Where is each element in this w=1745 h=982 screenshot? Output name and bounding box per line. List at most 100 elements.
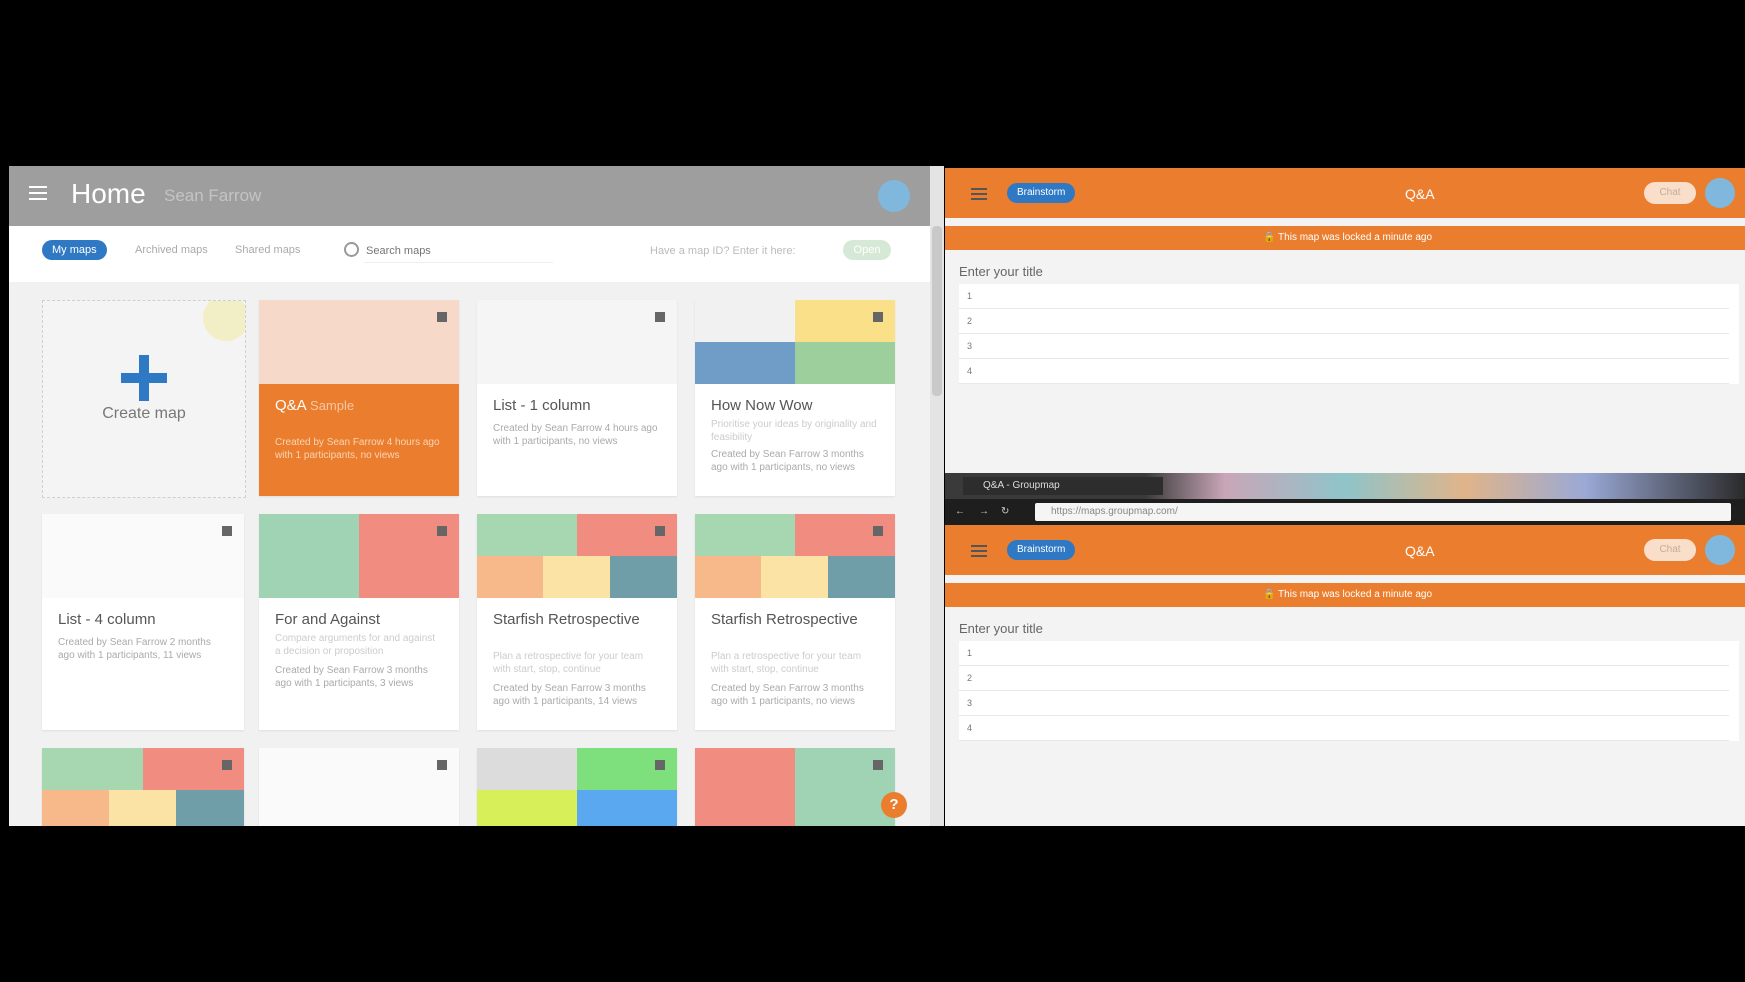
list-item[interactable]: 3 [959, 334, 1729, 359]
back-icon[interactable]: ← [955, 506, 965, 517]
card-meta: Created by Sean Farrow 3 months ago with… [711, 449, 864, 473]
toolbar: My maps Archived maps Shared maps Have a… [9, 226, 930, 282]
create-map-label: Create map [102, 405, 186, 422]
card-meta: Created by Sean Farrow 2 months ago with… [58, 637, 211, 661]
avatar[interactable] [1705, 178, 1735, 208]
groupmap-qa-window-top: Brainstorm Q&A Chat 🔒 This map was locke… [945, 168, 1745, 473]
list: 1 2 3 4 [959, 641, 1739, 741]
map-title: Q&A [1405, 543, 1435, 559]
map-card[interactable] [42, 748, 244, 826]
map-card[interactable]: For and Against Compare arguments for an… [259, 514, 459, 730]
tab-archived-maps[interactable]: Archived maps [125, 240, 218, 260]
create-map-card[interactable]: Create map [42, 300, 246, 498]
map-card[interactable]: Q&A Sample Created by Sean Farrow 4 hour… [259, 300, 459, 496]
browser-tab[interactable]: Q&A - Groupmap [963, 477, 1163, 495]
list-item[interactable]: 4 [959, 716, 1729, 741]
map-body: Enter your title 1 2 3 4 [945, 611, 1745, 826]
card-meta: Created by Sean Farrow 3 months ago with… [275, 665, 428, 689]
column-title[interactable]: Enter your title [959, 264, 1043, 279]
hamburger-menu-icon[interactable] [29, 186, 47, 200]
copy-icon[interactable] [222, 760, 232, 770]
hamburger-menu-icon[interactable] [971, 188, 987, 200]
user-name: Sean Farrow [164, 186, 262, 205]
lock-banner: 🔒 This map was locked a minute ago [945, 583, 1745, 607]
map-thumbnail [695, 300, 895, 384]
search-input[interactable] [364, 240, 553, 263]
forward-icon[interactable]: → [979, 506, 989, 517]
card-title: Starfish Retrospective [493, 611, 640, 628]
card-meta: Created by Sean Farrow 4 hours ago with … [493, 423, 658, 447]
search-icon [344, 242, 359, 257]
card-title: List - 1 column [493, 397, 591, 414]
map-thumbnail [259, 300, 459, 384]
avatar[interactable] [878, 180, 910, 212]
map-body: Enter your title 1 2 3 4 [945, 254, 1745, 473]
list-item[interactable]: 1 [959, 284, 1729, 309]
hamburger-menu-icon[interactable] [971, 545, 987, 557]
copy-icon[interactable] [437, 312, 447, 322]
map-card[interactable]: List - 4 column Created by Sean Farrow 2… [42, 514, 244, 730]
card-title: How Now Wow [711, 397, 813, 414]
copy-icon[interactable] [437, 760, 447, 770]
map-card[interactable] [477, 748, 677, 826]
map-card[interactable]: List - 1 column Created by Sean Farrow 4… [477, 300, 677, 496]
card-meta: Created by Sean Farrow 3 months ago with… [711, 683, 864, 707]
map-thumbnail [477, 300, 677, 384]
map-thumbnail [477, 514, 677, 598]
copy-icon[interactable] [655, 312, 665, 322]
groupmap-qa-window-bottom: Brainstorm Q&A Chat 🔒 This map was locke… [945, 525, 1745, 826]
tab-my-maps[interactable]: My maps [42, 240, 107, 260]
card-description: Plan a retrospective for your team with … [493, 651, 644, 675]
chat-button[interactable]: Chat [1644, 182, 1696, 204]
page-title: Home [71, 178, 146, 209]
card-description: Prioritise your ideas by originality and… [711, 419, 877, 443]
map-thumbnail [259, 514, 459, 598]
open-button[interactable]: Open [843, 240, 891, 260]
card-meta: Created by Sean Farrow 4 hours ago with … [275, 437, 440, 461]
chat-button[interactable]: Chat [1644, 539, 1696, 561]
map-card[interactable]: How Now Wow Prioritise your ideas by ori… [695, 300, 895, 496]
card-title: Starfish Retrospective [711, 611, 858, 628]
tab-shared-maps[interactable]: Shared maps [225, 240, 310, 260]
brainstorm-dropdown[interactable]: Brainstorm [1007, 183, 1076, 203]
app-header: Home Sean Farrow [9, 166, 944, 226]
help-icon[interactable]: ? [881, 792, 907, 818]
brainstorm-dropdown[interactable]: Brainstorm [1007, 540, 1076, 560]
card-description: Plan a retrospective for your team with … [711, 651, 862, 675]
list-item[interactable]: 4 [959, 359, 1729, 384]
cursor-highlight [203, 301, 245, 341]
card-title: Q&A [275, 397, 306, 414]
copy-icon[interactable] [655, 760, 665, 770]
copy-icon[interactable] [873, 526, 883, 536]
map-thumbnail [42, 514, 244, 598]
list-item[interactable]: 3 [959, 691, 1729, 716]
column-title[interactable]: Enter your title [959, 621, 1043, 636]
copy-icon[interactable] [437, 526, 447, 536]
url-bar[interactable]: https://maps.groupmap.com/ [1035, 503, 1731, 521]
groupmap-home-window: Home Sean Farrow My maps Archived maps S… [9, 166, 944, 826]
copy-icon[interactable] [655, 526, 665, 536]
avatar[interactable] [1705, 535, 1735, 565]
scrollbar-thumb[interactable] [932, 226, 942, 396]
app-header: Brainstorm Q&A Chat [945, 525, 1745, 575]
reload-icon[interactable]: ↻ [1001, 506, 1009, 517]
map-card[interactable] [259, 748, 459, 826]
browser-toolbar: ← → ↻ https://maps.groupmap.com/ [945, 499, 1745, 525]
map-card[interactable]: Starfish Retrospective Plan a retrospect… [477, 514, 677, 730]
card-title: List - 4 column [58, 611, 156, 628]
copy-icon[interactable] [873, 312, 883, 322]
copy-icon[interactable] [873, 760, 883, 770]
map-card[interactable]: Starfish Retrospective Plan a retrospect… [695, 514, 895, 730]
card-description: Compare arguments for and against a deci… [275, 633, 436, 657]
app-header: Brainstorm Q&A Chat [945, 168, 1745, 218]
copy-icon[interactable] [222, 526, 232, 536]
lock-banner: 🔒 This map was locked a minute ago [945, 226, 1745, 250]
list: 1 2 3 4 [959, 284, 1739, 384]
map-card[interactable] [695, 748, 895, 826]
list-item[interactable]: 2 [959, 309, 1729, 334]
list-item[interactable]: 1 [959, 641, 1729, 666]
list-item[interactable]: 2 [959, 666, 1729, 691]
map-thumbnail [695, 514, 895, 598]
card-title-suffix: Sample [310, 398, 355, 413]
map-title: Q&A [1405, 186, 1435, 202]
